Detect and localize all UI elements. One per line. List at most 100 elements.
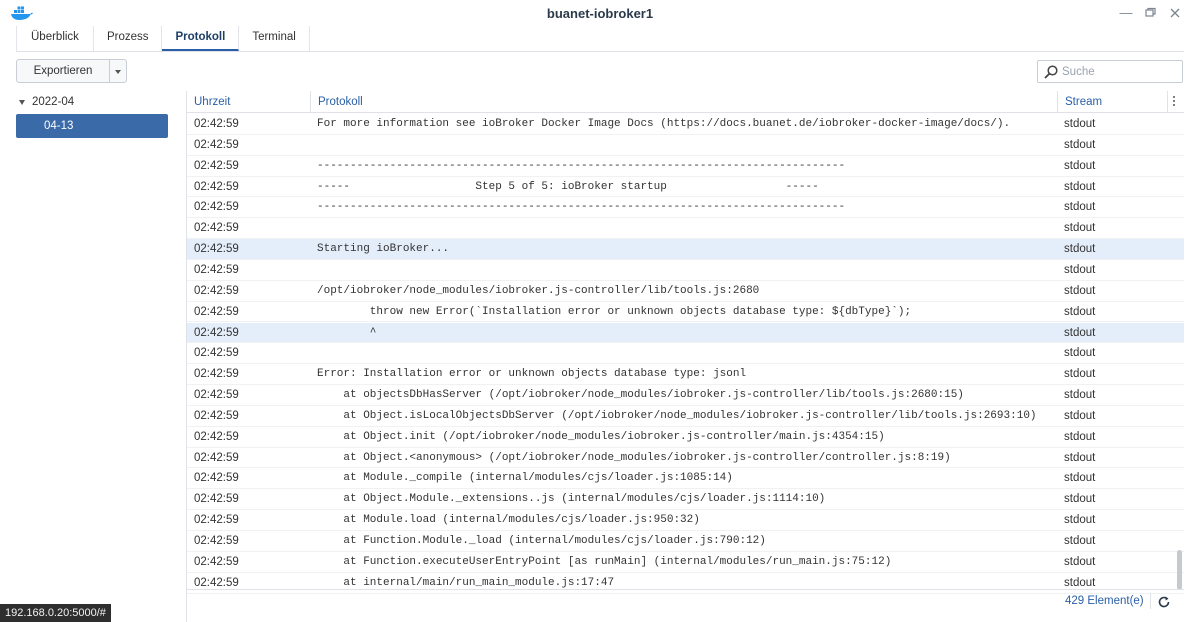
cell-log-message: ----------------------------------------… — [317, 159, 846, 172]
column-menu-icon[interactable] — [1173, 96, 1177, 108]
cell-log-message: at Object.Module._extensions..js (intern… — [317, 493, 826, 506]
cell-time: 02:42:59 — [194, 326, 239, 339]
table-row[interactable]: 02:42:59 stdout — [187, 343, 1184, 365]
cell-time: 02:42:59 — [194, 138, 239, 151]
tree-group-label: 2022-04 — [32, 96, 75, 108]
cell-time: 02:42:59 — [194, 180, 239, 193]
search-box[interactable] — [1037, 60, 1183, 83]
cell-time: 02:42:59 — [194, 535, 239, 547]
table-row[interactable]: 02:42:59 ----- Step 5 of 5: ioBroker star… — [187, 177, 1184, 198]
cell-log-message: at Module.load (internal/modules/cjs/loa… — [317, 514, 700, 527]
cell-stream: stdout — [1064, 368, 1096, 381]
minimize-icon[interactable]: — — [1119, 6, 1133, 20]
close-icon[interactable] — [1168, 6, 1182, 20]
cell-stream: stdout — [1064, 389, 1096, 402]
cell-stream: stdout — [1064, 409, 1096, 422]
item-count: 429 Element(e) — [1065, 595, 1144, 607]
export-dropdown-button[interactable] — [109, 59, 127, 83]
cell-stream: stdout — [1064, 472, 1096, 485]
cell-stream: stdout — [1064, 535, 1096, 547]
cell-log-message: ----------------------------------------… — [317, 201, 846, 214]
table-row[interactable]: 02:42:59 at objectsDbHasServer (/opt/iob… — [187, 385, 1184, 406]
tab-log[interactable]: Protokoll — [162, 26, 240, 51]
cell-stream: stdout — [1064, 284, 1096, 297]
cell-log-message: at Object.<anonymous> (/opt/iobroker/nod… — [317, 451, 951, 464]
cell-time: 02:42:59 — [194, 284, 239, 297]
tree-group[interactable]: 2022-04 — [16, 93, 168, 111]
table-row[interactable]: 02:42:59 ^ stdout — [187, 322, 1184, 344]
title-bar: buanet-iobroker1 — — [0, 0, 1200, 26]
cell-time: 02:42:59 — [194, 514, 239, 527]
table-row[interactable]: 02:42:59 at Function.executeUserEntryPoi… — [187, 552, 1184, 573]
table-row[interactable]: 02:42:59 at Module._compile (internal/mo… — [187, 468, 1184, 490]
table-row[interactable]: 02:42:59 at Object.init (/opt/iobroker/n… — [187, 427, 1184, 448]
cell-log-message: Starting ioBroker... — [317, 243, 450, 256]
cell-time: 02:42:59 — [194, 159, 239, 172]
table-row[interactable]: 02:42:59 stdout — [187, 135, 1184, 156]
cell-log-message: at objectsDbHasServer (/opt/iobroker/nod… — [317, 389, 964, 402]
column-header-log[interactable]: Protokoll — [310, 91, 363, 113]
table-row[interactable]: 02:42:59 Starting ioBroker... stdout — [187, 239, 1184, 260]
refresh-icon[interactable] — [1157, 595, 1171, 609]
cell-stream: stdout — [1064, 493, 1096, 506]
cell-stream: stdout — [1064, 118, 1096, 130]
table-row[interactable]: 02:42:59 at Module.load (internal/module… — [187, 510, 1184, 531]
cell-stream: stdout — [1064, 180, 1096, 193]
column-header-time[interactable]: Uhrzeit — [194, 91, 230, 113]
scrollbar[interactable] — [1175, 114, 1183, 590]
tab-process[interactable]: Prozess — [94, 26, 163, 51]
cell-stream: stdout — [1064, 326, 1096, 339]
table-row[interactable]: 02:42:59 stdout — [187, 218, 1184, 240]
cell-stream: stdout — [1064, 347, 1096, 360]
cell-log-message: at Object.init (/opt/iobroker/node_modul… — [317, 430, 885, 443]
table-row[interactable]: 02:42:59 --------------------------------… — [187, 197, 1184, 219]
tab-terminal[interactable]: Terminal — [239, 26, 310, 51]
cell-log-message: at Function.Module._load (internal/modul… — [317, 535, 766, 547]
cell-log-message: throw new Error(`Installation error or u… — [317, 305, 912, 318]
browser-status-url: 192.168.0.20:5000/# — [0, 604, 111, 622]
table-row[interactable]: 02:42:59 throw new Error(`Installation e… — [187, 302, 1184, 323]
cell-time: 02:42:59 — [194, 409, 239, 422]
cell-log-message: at Function.executeUserEntryPoint [as ru… — [317, 555, 892, 568]
cell-time: 02:42:59 — [194, 368, 239, 381]
date-tree: 2022-04 04-13 — [16, 93, 168, 138]
cell-time: 02:42:59 — [194, 451, 239, 464]
maximize-icon[interactable] — [1143, 6, 1157, 20]
export-button[interactable]: Exportieren — [16, 59, 110, 83]
table-row[interactable]: 02:42:59 --------------------------------… — [187, 156, 1184, 177]
cell-time: 02:42:59 — [194, 263, 239, 276]
cell-time: 02:42:59 — [194, 493, 239, 506]
tab-overview[interactable]: Überblick — [16, 26, 94, 51]
cell-time: 02:42:59 — [194, 555, 239, 568]
table-row[interactable]: 02:42:59 at Object.Module._extensions..j… — [187, 489, 1184, 511]
table-row[interactable]: 02:42:59/opt/iobroker/node_modules/iobro… — [187, 281, 1184, 302]
table-row[interactable]: 02:42:59 For more information see ioBroke… — [187, 114, 1184, 135]
table-row[interactable]: 02:42:59 at Function.Module._load (inter… — [187, 531, 1184, 552]
cell-stream: stdout — [1064, 555, 1096, 568]
cell-stream: stdout — [1064, 430, 1096, 443]
cell-stream: stdout — [1064, 451, 1096, 464]
cell-log-message: ^ — [317, 326, 377, 339]
search-input[interactable] — [1062, 63, 1177, 81]
cell-time: 02:42:59 — [194, 430, 239, 443]
table-row[interactable]: 02:42:59 at Object.isLocalObjectsDbServe… — [187, 406, 1184, 427]
table-header: Uhrzeit Protokoll Stream — [187, 91, 1184, 113]
tab-bar: Überblick Prozess Protokoll Terminal — [16, 26, 1184, 52]
cell-log-message: at Module._compile (internal/modules/cjs… — [317, 472, 733, 485]
cell-stream: stdout — [1064, 263, 1096, 276]
column-separator — [1167, 91, 1168, 113]
window-title: buanet-iobroker1 — [546, 6, 654, 21]
scrollbar-thumb[interactable] — [1177, 550, 1182, 590]
column-header-stream[interactable]: Stream — [1057, 91, 1102, 113]
table-row[interactable]: 02:42:59 Error: Installation error or unk… — [187, 364, 1184, 386]
expand-caret-icon[interactable] — [19, 100, 25, 105]
cell-time: 02:42:59 — [194, 305, 239, 318]
footer-divider — [1150, 593, 1151, 609]
table-row[interactable]: 02:42:59 stdout — [187, 260, 1184, 281]
chevron-down-icon — [115, 70, 121, 74]
cell-stream: stdout — [1064, 159, 1096, 172]
cell-stream: stdout — [1064, 305, 1096, 318]
tree-item-selected[interactable]: 04-13 — [16, 114, 168, 138]
table-row[interactable]: 02:42:59 at Object.<anonymous> (/opt/iob… — [187, 448, 1184, 469]
cell-time: 02:42:59 — [194, 222, 239, 235]
